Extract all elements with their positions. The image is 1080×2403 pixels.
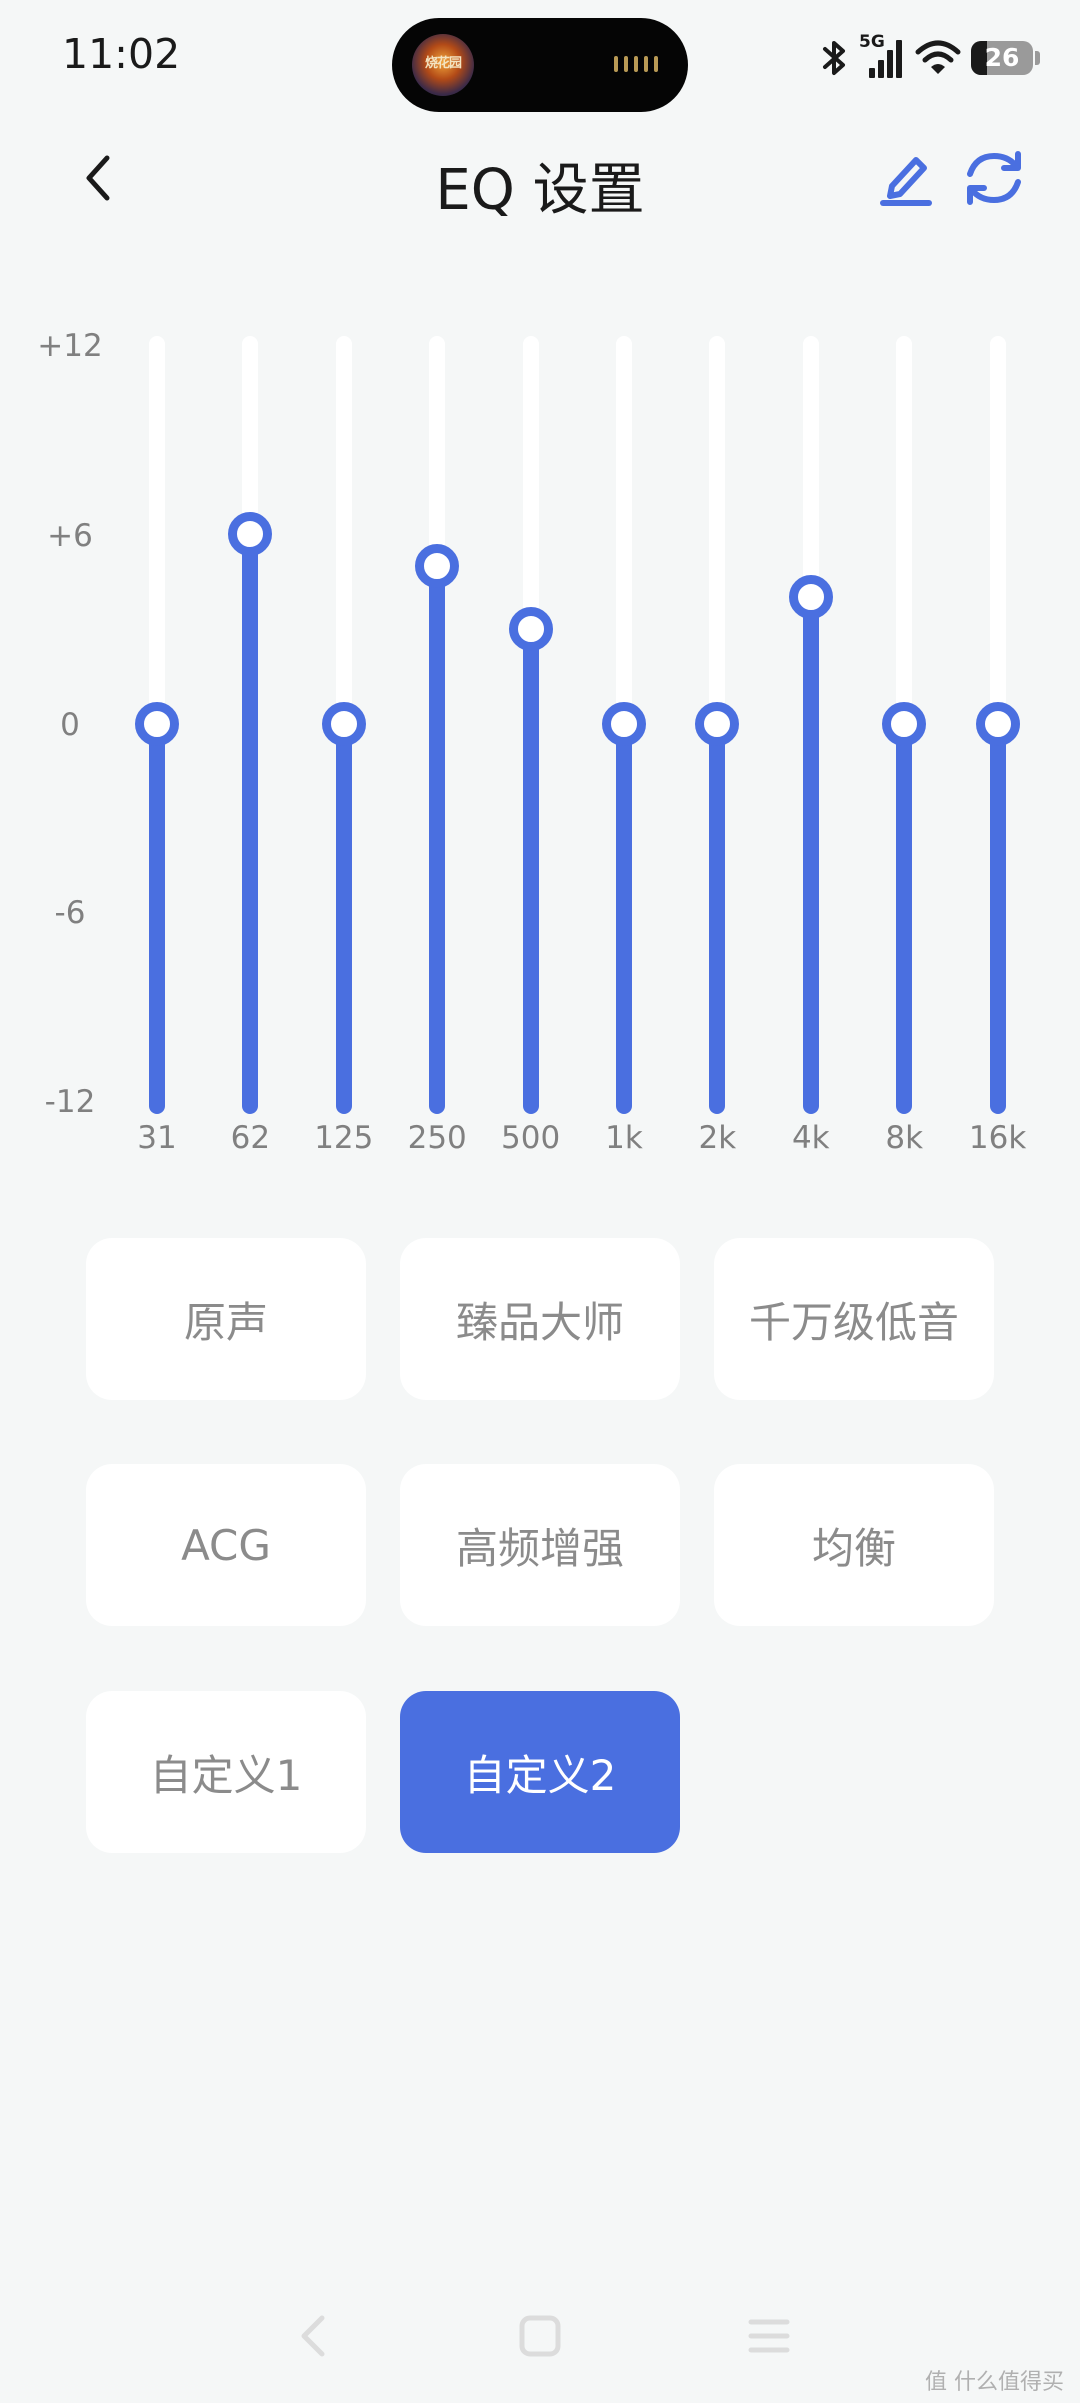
nav-home-button[interactable] — [510, 2306, 570, 2366]
eq-band-knob[interactable] — [321, 702, 366, 746]
eq-band-frequency-label: 125 — [314, 1120, 374, 1156]
dynamic-island[interactable]: 烧花园 — [392, 18, 688, 112]
battery-level-text: 26 — [984, 43, 1020, 72]
eq-band-knob[interactable] — [695, 702, 740, 746]
eq-band-level — [335, 724, 352, 1114]
eq-band-frequency-label: 31 — [137, 1120, 177, 1156]
y-axis-label: 0 — [60, 707, 80, 743]
now-playing-artwork: 烧花园 — [412, 34, 474, 96]
eq-band-level — [802, 597, 819, 1114]
eq-band-frequency-label: 8k — [885, 1120, 924, 1156]
bluetooth-icon — [823, 41, 845, 75]
y-axis-label: -12 — [44, 1084, 96, 1120]
eq-band-frequency-label: 1k — [605, 1120, 643, 1156]
nav-back-button[interactable] — [283, 2306, 343, 2366]
preset-balanced[interactable]: 均衡 — [714, 1464, 994, 1626]
eq-band-level — [709, 724, 726, 1114]
edit-button[interactable] — [876, 148, 936, 208]
battery-indicator: 26 — [971, 41, 1033, 75]
preset-master[interactable]: 臻品大师 — [400, 1238, 680, 1400]
eq-band-level — [989, 724, 1006, 1114]
refresh-icon — [967, 151, 1021, 205]
battery-cap — [1035, 51, 1040, 65]
y-axis-label: +6 — [47, 518, 93, 554]
wifi-icon — [915, 40, 961, 74]
preset-custom-1[interactable]: 自定义1 — [86, 1691, 366, 1853]
nav-home-icon — [519, 2315, 561, 2357]
y-axis-label: -6 — [54, 895, 86, 931]
eq-band-frequency-label: 250 — [407, 1120, 467, 1156]
eq-band-slider[interactable] — [429, 336, 446, 1114]
preset-treble-boost[interactable]: 高频增强 — [400, 1464, 680, 1626]
eq-band-knob[interactable] — [788, 575, 833, 620]
eq-band-frequency-label: 500 — [501, 1120, 561, 1156]
eq-band-knob[interactable] — [975, 702, 1020, 746]
eq-band-level — [616, 724, 632, 1114]
reset-button[interactable] — [962, 148, 1026, 208]
eq-band-knob[interactable] — [415, 543, 460, 588]
eq-band-frequency-label: 2k — [698, 1120, 737, 1156]
nav-menu-icon — [748, 2319, 790, 2353]
eq-band-knob[interactable] — [602, 702, 646, 746]
eq-band-slider[interactable] — [802, 336, 819, 1114]
status-icons: 5G 26 — [819, 32, 1040, 82]
preset-bass-boost[interactable]: 千万级低音 — [714, 1238, 994, 1400]
artwork-title: 烧花园 — [424, 56, 462, 71]
audio-visualizer-icon — [614, 56, 658, 72]
eq-band-level — [149, 724, 165, 1114]
pencil-icon — [880, 157, 932, 206]
nav-menu-button[interactable] — [739, 2306, 799, 2366]
eq-band-knob[interactable] — [882, 702, 927, 746]
eq-band-knob[interactable] — [228, 512, 273, 556]
eq-band-slider[interactable] — [242, 336, 259, 1114]
eq-band-knob[interactable] — [508, 607, 553, 651]
y-axis-label: +12 — [37, 328, 103, 364]
preset-original[interactable]: 原声 — [86, 1238, 366, 1400]
eq-band-level — [242, 534, 259, 1114]
eq-band-slider[interactable] — [522, 336, 539, 1114]
eq-band-frequency-label: 16k — [968, 1120, 1027, 1156]
signal-bars-icon — [869, 40, 902, 78]
cellular-signal: 5G — [859, 32, 905, 80]
nav-back-icon — [301, 2315, 325, 2357]
eq-band-frequency-label: 62 — [230, 1120, 271, 1156]
eq-band-knob[interactable] — [135, 702, 179, 746]
eq-band-level — [896, 724, 913, 1114]
eq-band-frequency-label: 4k — [791, 1120, 830, 1156]
preset-acg[interactable]: ACG — [86, 1464, 366, 1626]
status-time: 11:02 — [62, 30, 181, 78]
eq-band-level — [522, 629, 539, 1114]
watermark: 值 什么值得买 — [925, 2370, 1064, 2395]
preset-custom-2[interactable]: 自定义2 — [400, 1691, 680, 1853]
eq-band-level — [429, 565, 446, 1114]
